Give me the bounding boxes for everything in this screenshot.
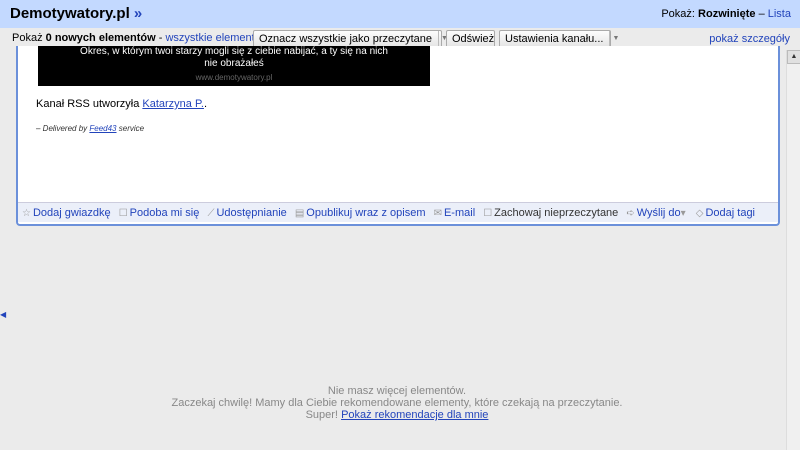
keep-unread-label[interactable]: Zachowaj nieprzeczytane — [494, 207, 618, 219]
show-recommendations-link[interactable]: Pokaż rekomendacje dla mnie — [341, 409, 488, 421]
delivered-suffix: service — [118, 124, 145, 133]
send-icon[interactable]: ➪ — [626, 208, 634, 219]
add-star-action[interactable]: ☆ Dodaj gwiazdkę — [22, 207, 111, 219]
feed-title-text[interactable]: Demotywatory.pl — [10, 5, 130, 22]
share-note-icon[interactable]: ▤ — [295, 208, 304, 219]
no-more-items-message: Nie masz więcej elementów. Zaczekaj chwi… — [0, 385, 794, 421]
checkbox-icon[interactable]: ☐ — [483, 208, 492, 219]
recommendations-link-line: Super! Pokaż rekomendacje dla mnie — [0, 409, 794, 421]
tag-icon[interactable]: ◇ — [696, 208, 704, 219]
all-items-link[interactable]: wszystkie elementy — [165, 32, 260, 44]
delivered-by-line: – Delivered by Feed43 service — [36, 124, 144, 133]
entry-card: Okres, w którym twoi starzy mogli się z … — [16, 46, 780, 226]
entries-pane: Okres, w którym twoi starzy mogli się z … — [0, 46, 786, 450]
view-show-label: Pokaż: — [661, 8, 695, 20]
new-items-count[interactable]: 0 nowych elementów — [46, 32, 156, 44]
no-more-items-line: Nie masz więcej elementów. — [327, 385, 467, 397]
share-icon[interactable]: ⟋ — [207, 208, 214, 219]
feed-title-arrow-icon[interactable]: » — [134, 5, 142, 22]
add-tags-action[interactable]: ◇ Dodaj tagi — [696, 207, 755, 219]
image-caption-line1: Okres, w którym twoi starzy mogli się z … — [80, 46, 388, 57]
share-action[interactable]: ⟋ Udostępnianie — [207, 207, 286, 219]
recommendations-wait-line: Zaczekaj chwilę! Mamy dla Ciebie rekomen… — [171, 397, 623, 409]
feed43-link[interactable]: Feed43 — [89, 124, 116, 133]
share-with-note-action[interactable]: ▤ Opublikuj wraz z opisem — [295, 207, 426, 219]
envelope-icon[interactable]: ✉ — [434, 208, 442, 219]
view-expanded-option[interactable]: Rozwinięte — [698, 8, 755, 20]
star-icon[interactable]: ☆ — [22, 208, 31, 219]
rss-created-line: Kanał RSS utworzyła Katarzyna P.. — [36, 98, 207, 110]
rss-created-prefix: Kanał RSS utworzyła — [36, 98, 140, 110]
show-filter: Pokaż 0 nowych elementów - wszystkie ele… — [12, 32, 260, 44]
chevron-down-icon[interactable]: ▾ — [681, 208, 686, 219]
like-label[interactable]: Podoba mi się — [130, 207, 200, 219]
keep-unread-action[interactable]: ☐ Zachowaj nieprzeczytane — [483, 207, 618, 219]
image-caption-line2: nie obrażałeś — [204, 58, 264, 69]
show-details-link[interactable]: pokaż szczegóły — [709, 33, 790, 45]
email-label[interactable]: E-mail — [444, 207, 475, 219]
image-watermark: www.demotywatory.pl — [195, 73, 273, 82]
share-note-label[interactable]: Opublikuj wraz z opisem — [306, 207, 425, 219]
view-separator: – — [758, 8, 765, 20]
view-switch: Pokaż: Rozwinięte – Lista — [661, 8, 791, 20]
rss-author-link[interactable]: Katarzyna P. — [142, 98, 204, 110]
like-icon[interactable]: ☐ — [119, 208, 128, 219]
show-prefix: Pokaż — [12, 32, 43, 44]
send-to-action[interactable]: ➪ Wyślij do▾ — [626, 207, 687, 219]
feed-title[interactable]: Demotywatory.pl » — [10, 5, 142, 22]
rss-created-suffix: . — [203, 98, 208, 110]
feed-settings-dropdown-icon[interactable]: ▼ — [609, 31, 621, 47]
share-label[interactable]: Udostępnianie — [216, 207, 286, 219]
entry-image[interactable]: Okres, w którym twoi starzy mogli się z … — [38, 46, 430, 86]
mark-all-read-label[interactable]: Oznacz wszystkie jako przeczytane — [259, 33, 432, 45]
collapse-nav-handle-icon[interactable]: ◀ — [0, 310, 6, 320]
view-list-link[interactable]: Lista — [768, 8, 791, 20]
scroll-up-arrow-icon[interactable]: ▲ — [787, 50, 800, 64]
entry-actions-bar: ☆ Dodaj gwiazdkę ☐ Podoba mi się ⟋ Udostępn… — [18, 202, 778, 222]
super-text: Super! — [305, 409, 338, 421]
show-dash: - — [158, 32, 163, 44]
email-action[interactable]: ✉ E-mail — [434, 207, 476, 219]
send-to-label[interactable]: Wyślij do — [637, 207, 681, 219]
feed-settings-label[interactable]: Ustawienia kanału... — [505, 33, 603, 45]
delivered-prefix: – Delivered by — [36, 124, 88, 133]
like-action[interactable]: ☐ Podoba mi się — [119, 207, 200, 219]
add-star-label[interactable]: Dodaj gwiazdkę — [33, 207, 111, 219]
feed-header: Demotywatory.pl » Pokaż: Rozwinięte – Li… — [0, 0, 800, 28]
vertical-scrollbar[interactable]: ▲ — [786, 50, 800, 450]
add-tags-label[interactable]: Dodaj tagi — [705, 207, 755, 219]
